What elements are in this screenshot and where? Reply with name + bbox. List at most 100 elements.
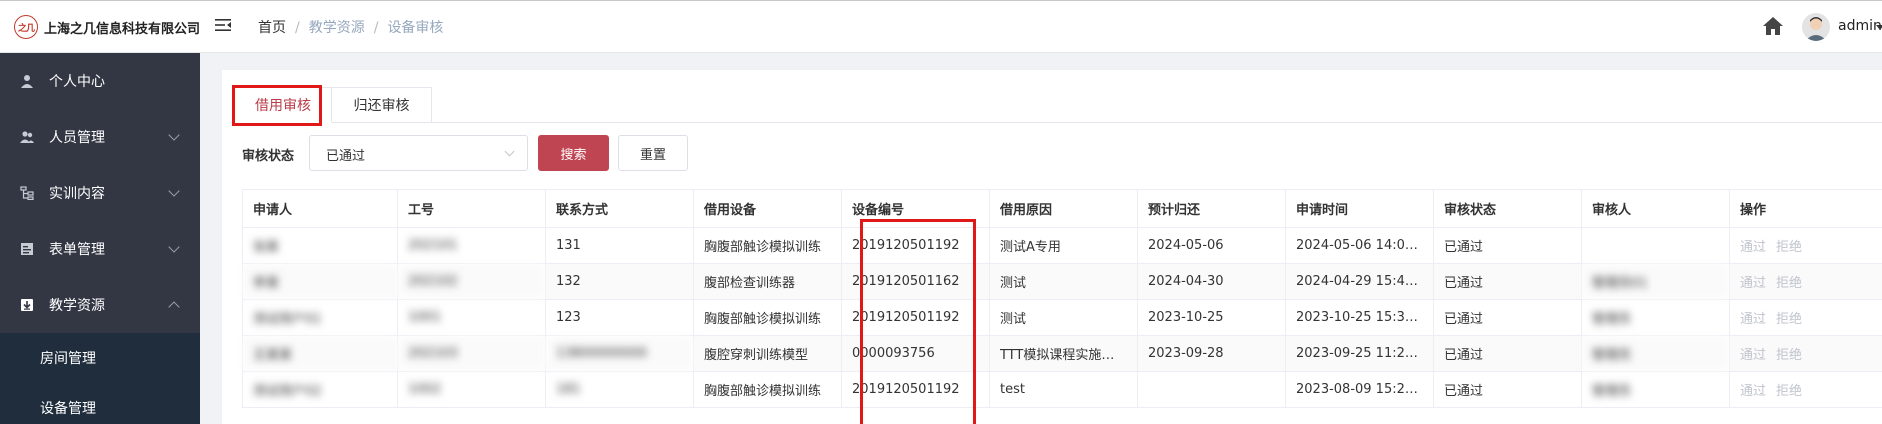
cell-reason: 测试 bbox=[989, 263, 1138, 300]
reject-button[interactable]: 拒绝 bbox=[1776, 240, 1802, 255]
table-row: 测试用户01 1001 123 胸腹部触诊模拟训练 2019120501192 … bbox=[242, 299, 1882, 336]
cell-contact: 132 bbox=[545, 263, 694, 300]
cell-status: 已通过 bbox=[1433, 227, 1582, 264]
cell-emp-no: 1001 bbox=[397, 299, 546, 336]
search-button[interactable]: 搜索 bbox=[538, 135, 609, 171]
approve-button[interactable]: 通过 bbox=[1740, 312, 1766, 327]
status-select-value: 已通过 bbox=[326, 149, 366, 164]
table-row: 李某 202102 132 腹部检查训练器 2019120501162 测试 2… bbox=[242, 263, 1882, 300]
user-icon bbox=[21, 75, 33, 88]
reject-button[interactable]: 拒绝 bbox=[1776, 312, 1802, 327]
breadcrumb-teaching-resources: 教学资源 bbox=[308, 20, 365, 36]
column-header: 设备编号 bbox=[841, 189, 990, 228]
cell-device-no: 2019120501192 bbox=[841, 371, 990, 408]
cell-device: 胸腹部触诊模拟训练 bbox=[693, 227, 842, 264]
approve-button[interactable]: 通过 bbox=[1740, 276, 1766, 291]
column-header: 预计归还 bbox=[1137, 189, 1286, 228]
sidebar-item-label: 教学资源 bbox=[49, 298, 105, 314]
sidebar-subitem-device[interactable]: 设备管理 bbox=[0, 383, 200, 424]
chevron-down-icon bbox=[168, 129, 180, 141]
table-row: 测试用户02 1002 181 胸腹部触诊模拟训练 2019120501192 … bbox=[242, 371, 1882, 408]
breadcrumb-current: 设备审核 bbox=[387, 20, 444, 36]
top-header: 之几 上海之几信息科技有限公司 首页 / 教学资源 / 设备审核 admin bbox=[0, 0, 1882, 53]
tabs-divider bbox=[230, 122, 1882, 123]
breadcrumb-home[interactable]: 首页 bbox=[258, 17, 286, 37]
sidebar-item-label: 实训内容 bbox=[49, 186, 105, 202]
breadcrumb-separator: / bbox=[373, 20, 379, 36]
cell-reason: 测试A专用 bbox=[989, 227, 1138, 264]
cell-return-date: 2023-10-25 bbox=[1137, 299, 1286, 336]
avatar-icon bbox=[1805, 17, 1827, 41]
status-select[interactable]: 已通过 bbox=[309, 135, 528, 171]
form-icon bbox=[21, 243, 33, 255]
cell-return-date: 2023-09-28 bbox=[1137, 335, 1286, 372]
cell-device-no: 0000093756 bbox=[841, 335, 990, 372]
cell-device: 腹部检查训练器 bbox=[693, 263, 842, 300]
cell-contact: 181 bbox=[545, 371, 694, 408]
cell-emp-no: 202102 bbox=[397, 263, 546, 300]
sidebar-item-label: 表单管理 bbox=[49, 242, 105, 258]
company-name: 上海之几信息科技有限公司 bbox=[44, 21, 201, 37]
sidebar-item-personal-center[interactable]: 个人中心 bbox=[0, 53, 200, 109]
breadcrumb-separator: / bbox=[295, 20, 300, 36]
chevron-down-icon bbox=[168, 185, 180, 197]
cell-device: 胸腹部触诊模拟训练 bbox=[693, 299, 842, 336]
cell-emp-no: 202101 bbox=[397, 227, 546, 264]
sidebar-item-teaching-resources[interactable]: 教学资源 bbox=[0, 277, 200, 333]
sidebar-item-training[interactable]: 实训内容 bbox=[0, 165, 200, 221]
cell-status: 已通过 bbox=[1433, 371, 1582, 408]
user-avatar[interactable] bbox=[1802, 13, 1830, 41]
main-content: 借用审核 归还审核 审核状态 已通过 搜索 重置 申请人 工号 联系方式 借用设… bbox=[200, 53, 1882, 424]
company-logo[interactable]: 之几 上海之几信息科技有限公司 bbox=[14, 15, 200, 39]
reset-button[interactable]: 重置 bbox=[618, 135, 688, 171]
cell-device-no: 2019120501192 bbox=[841, 299, 990, 336]
filter-status-label: 审核状态 bbox=[242, 149, 295, 164]
menu-fold-icon[interactable] bbox=[214, 16, 232, 34]
column-header: 申请人 bbox=[242, 189, 398, 228]
cell-actions: 通过 拒绝 bbox=[1729, 335, 1882, 372]
cell-status: 已通过 bbox=[1433, 335, 1582, 372]
user-dropdown-caret-icon[interactable] bbox=[1876, 25, 1882, 30]
sidebar-item-label: 人员管理 bbox=[49, 130, 105, 146]
cell-apply-time: 2023-08-09 15:20:00 bbox=[1285, 371, 1434, 408]
cell-return-date bbox=[1137, 371, 1286, 408]
cell-applicant: 张某 bbox=[242, 227, 398, 264]
column-header: 审核状态 bbox=[1433, 189, 1582, 228]
cell-reviewer: 管理员 bbox=[1581, 371, 1730, 408]
cell-applicant: 测试用户01 bbox=[242, 299, 398, 336]
content-card: 借用审核 归还审核 审核状态 已通过 搜索 重置 申请人 工号 联系方式 借用设… bbox=[222, 70, 1882, 424]
table-row: 张某 202101 131 胸腹部触诊模拟训练 2019120501192 测试… bbox=[242, 227, 1882, 264]
approve-button[interactable]: 通过 bbox=[1740, 384, 1766, 399]
reject-button[interactable]: 拒绝 bbox=[1776, 348, 1802, 363]
cell-reviewer: 管理员01 bbox=[1581, 263, 1730, 300]
cell-reviewer: 管理员 bbox=[1581, 299, 1730, 336]
cell-device: 胸腹部触诊模拟训练 bbox=[693, 371, 842, 408]
tab-borrow-review[interactable]: 借用审核 bbox=[234, 87, 332, 123]
table-row: 王某某 202103 13800000000 腹腔穿刺训练模型 00000937… bbox=[242, 335, 1882, 372]
cell-actions: 通过 拒绝 bbox=[1729, 263, 1882, 300]
sidebar-subitem-room[interactable]: 房间管理 bbox=[0, 333, 200, 383]
approve-button[interactable]: 通过 bbox=[1740, 348, 1766, 363]
cell-apply-time: 2024-04-29 15:40:00 bbox=[1285, 263, 1434, 300]
logo-mark: 之几 bbox=[14, 15, 38, 39]
sidebar-item-personnel[interactable]: 人员管理 bbox=[0, 109, 200, 165]
users-icon bbox=[20, 131, 34, 143]
cell-actions: 通过 拒绝 bbox=[1729, 371, 1882, 408]
breadcrumb: 首页 / 教学资源 / 设备审核 bbox=[258, 17, 443, 37]
home-icon[interactable] bbox=[1762, 16, 1784, 36]
cell-device: 腹腔穿刺训练模型 bbox=[693, 335, 842, 372]
reject-button[interactable]: 拒绝 bbox=[1776, 384, 1802, 399]
cell-actions: 通过 拒绝 bbox=[1729, 227, 1882, 264]
cell-reason: test bbox=[989, 371, 1138, 408]
sidebar-item-forms[interactable]: 表单管理 bbox=[0, 221, 200, 277]
reject-button[interactable]: 拒绝 bbox=[1776, 276, 1802, 291]
cell-contact: 13800000000 bbox=[545, 335, 694, 372]
cell-emp-no: 202103 bbox=[397, 335, 546, 372]
cell-return-date: 2024-04-30 bbox=[1137, 263, 1286, 300]
approve-button[interactable]: 通过 bbox=[1740, 240, 1766, 255]
column-header: 借用原因 bbox=[989, 189, 1138, 228]
tab-return-review[interactable]: 归还审核 bbox=[332, 87, 432, 123]
cell-status: 已通过 bbox=[1433, 263, 1582, 300]
sidebar-subitem-label: 房间管理 bbox=[40, 351, 96, 367]
column-header: 申请时间 bbox=[1285, 189, 1434, 228]
